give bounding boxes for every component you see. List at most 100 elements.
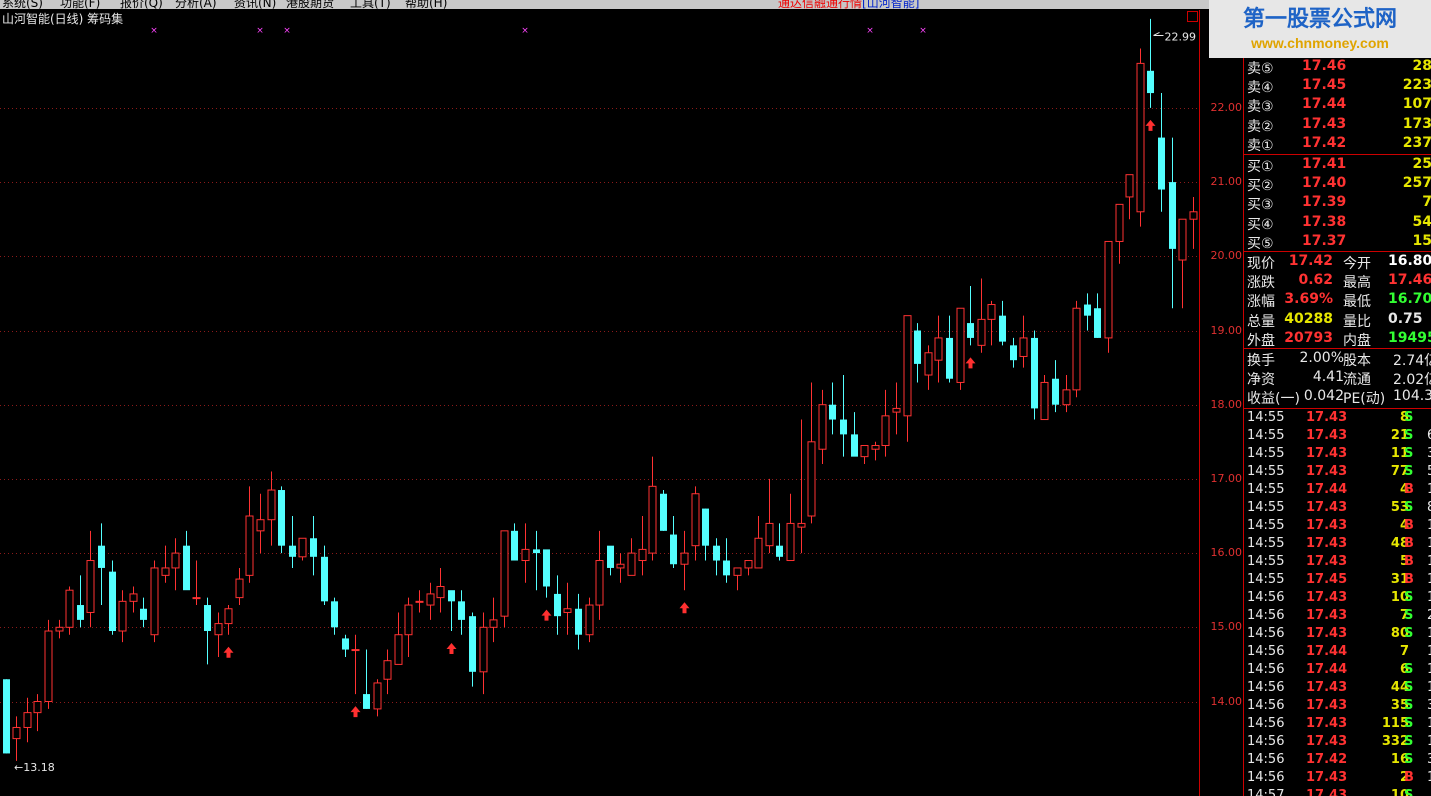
candle-body bbox=[713, 545, 720, 561]
candle-body bbox=[702, 508, 709, 546]
candle-body bbox=[469, 616, 476, 672]
trade-tick-row: 14:5517.434B1 bbox=[1247, 518, 1431, 533]
trade-tick-row: 14:5517.4377S5 bbox=[1247, 464, 1431, 479]
candle-body bbox=[161, 567, 170, 576]
candle-body bbox=[840, 419, 847, 435]
candle-body bbox=[1178, 218, 1187, 261]
order-book-buy-row: 买③17.397 bbox=[1247, 194, 1431, 214]
candle-body bbox=[245, 515, 254, 576]
candle-body bbox=[12, 726, 21, 740]
candle-body bbox=[204, 605, 211, 632]
candle-body bbox=[500, 530, 509, 617]
trade-tick-row: 14:5617.4310S1 bbox=[1247, 590, 1431, 605]
candle-body bbox=[98, 545, 105, 568]
candle-body bbox=[1169, 182, 1176, 249]
trade-tick-row: 14:5617.43115S1 bbox=[1247, 716, 1431, 731]
candle-body bbox=[946, 337, 953, 379]
candle-body bbox=[851, 434, 858, 457]
candle-body bbox=[892, 407, 901, 413]
candle-body bbox=[458, 601, 465, 620]
trade-tick-row: 14:5617.4471 bbox=[1247, 644, 1431, 659]
candle-body bbox=[543, 549, 550, 587]
candle-body bbox=[616, 563, 625, 569]
trade-tick-row: 14:5617.446S1 bbox=[1247, 662, 1431, 677]
candle-body bbox=[479, 626, 488, 673]
candle-body bbox=[1010, 345, 1017, 361]
high-pointer-icon bbox=[1153, 31, 1164, 36]
kline-chart[interactable]: ××××××××××××××××××××22.99←13.18 bbox=[0, 0, 1199, 796]
quote-info-row: 换手2.00%股本2.74亿 bbox=[1247, 350, 1431, 369]
candle-body bbox=[723, 560, 730, 576]
candle-body bbox=[595, 560, 604, 606]
trade-tick-row: 14:5517.4531B1 bbox=[1247, 572, 1431, 587]
candle-body bbox=[1136, 62, 1145, 213]
candle-body bbox=[533, 549, 540, 554]
x-marker-icon: × bbox=[283, 26, 291, 36]
price-axis: 22.00 21.00 20.00 19.00 18.00 17.00 16.00 15.00… bbox=[1199, 10, 1244, 796]
quote-info-row: 收益(一) 0.042 PE(动) 104.3 bbox=[1247, 388, 1431, 408]
x-marker-icon: × bbox=[919, 26, 927, 36]
quote-stat-row: 涨跌 0.62 最高 17.46 bbox=[1247, 272, 1431, 292]
candle-body bbox=[1052, 378, 1059, 405]
up-arrow-icon bbox=[541, 609, 552, 621]
order-book-sell-row: 卖③ 17.44 107 bbox=[1247, 96, 1431, 116]
candle-body bbox=[934, 337, 943, 361]
trade-tick-row: 14:5517.4321S6 bbox=[1247, 428, 1431, 443]
order-book-sell-row: 卖② 17.43 173 bbox=[1247, 115, 1431, 135]
candle-body bbox=[436, 585, 445, 599]
candle-body bbox=[744, 560, 753, 569]
candle-body bbox=[331, 601, 338, 628]
trade-tick-row: 14:55 17.43 8 S bbox=[1247, 410, 1414, 425]
candle-body bbox=[310, 538, 317, 557]
price-tick-label: 17.00 bbox=[1210, 471, 1243, 485]
candle-body bbox=[776, 545, 783, 557]
price-tick-label: 22.00 bbox=[1210, 100, 1243, 114]
candle-body bbox=[489, 619, 498, 628]
candle-body bbox=[903, 315, 912, 417]
candle-body bbox=[765, 522, 774, 547]
candle-body bbox=[999, 315, 1006, 342]
maximize-panel-icon[interactable] bbox=[1187, 11, 1198, 22]
candle-body bbox=[521, 548, 530, 562]
candle-body bbox=[1125, 174, 1134, 198]
candle-body bbox=[733, 567, 742, 576]
divider bbox=[1244, 251, 1431, 252]
order-book-sell-row: 卖⑤ 17.46 28 bbox=[1247, 58, 1431, 77]
candle-body bbox=[680, 552, 689, 565]
quote-stat-row: 外盘20793内盘19495 bbox=[1247, 329, 1431, 349]
trade-tick-row: 14:57 17.43 10 S bbox=[1247, 788, 1414, 796]
candle-body bbox=[807, 441, 816, 517]
trade-tick-row: 14:5617.4344S1 bbox=[1247, 680, 1431, 695]
candle-body bbox=[871, 445, 880, 450]
candle-body bbox=[1019, 337, 1028, 357]
candle-body bbox=[987, 304, 996, 320]
candle-body bbox=[55, 626, 64, 632]
candle-body bbox=[797, 522, 806, 528]
candle-body bbox=[786, 522, 795, 562]
candle-body bbox=[267, 489, 276, 521]
candle-body bbox=[77, 605, 84, 620]
candle-body bbox=[967, 323, 974, 338]
candle-body bbox=[351, 649, 360, 652]
candle-body bbox=[278, 490, 285, 546]
divider bbox=[1244, 154, 1431, 155]
x-marker-icon: × bbox=[150, 26, 158, 36]
candle-body bbox=[394, 634, 403, 665]
watermark-title: 第一股票公式网 bbox=[1242, 6, 1397, 32]
price-tick-label: 14.00 bbox=[1210, 694, 1243, 708]
candle-body bbox=[426, 593, 435, 606]
candle-body bbox=[373, 682, 382, 710]
candle-body bbox=[648, 485, 657, 554]
candle-body bbox=[1094, 308, 1101, 338]
candle-body bbox=[363, 694, 370, 709]
trade-tick-row: 14:5617.4335S3 bbox=[1247, 698, 1431, 713]
x-marker-icon: × bbox=[521, 26, 529, 36]
trade-tick-row: 14:5617.4216S3 bbox=[1247, 752, 1431, 767]
candle-body bbox=[140, 608, 147, 620]
up-arrow-icon bbox=[1145, 119, 1156, 131]
quote-panel: 卖⑤ 17.46 28 卖④ 17.45 223 卖③ 17.44 107 卖② 17.43 173 卖… bbox=[1243, 10, 1431, 796]
price-tick-label: 20.00 bbox=[1210, 249, 1243, 263]
candle-body bbox=[818, 404, 827, 450]
candle-body bbox=[171, 552, 180, 569]
candle-body bbox=[977, 318, 986, 346]
